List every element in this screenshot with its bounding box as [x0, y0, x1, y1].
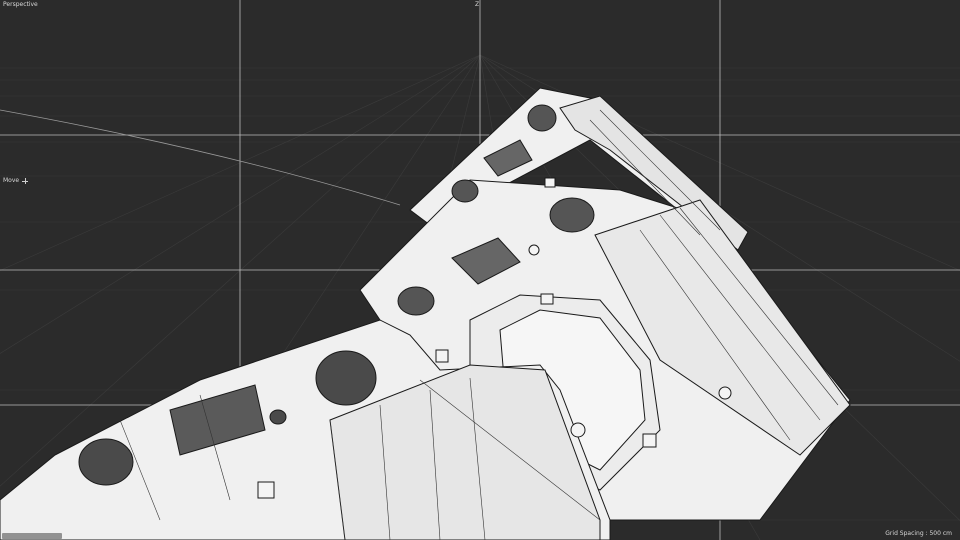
bolt-5	[544, 177, 556, 188]
view-name-label[interactable]: Perspective	[3, 1, 38, 9]
bolt-2	[435, 349, 449, 363]
bolt-7	[528, 244, 540, 256]
bolt-1	[540, 293, 554, 305]
front-hole-3	[269, 409, 287, 425]
middle-hole-1	[549, 197, 595, 233]
3d-viewport[interactable]: Perspective Z Move Grid Spacing : 500 cm	[0, 0, 960, 540]
active-tool-indicator: Move	[3, 177, 29, 185]
viewport-canvas[interactable]	[0, 0, 960, 540]
robot-arm-mesh[interactable]	[0, 87, 851, 540]
bolt-6	[718, 386, 732, 400]
front-hole-1	[315, 350, 377, 406]
tool-name-label: Move	[3, 177, 20, 184]
bolt-3	[642, 433, 657, 448]
curve-path-guide	[0, 109, 401, 206]
bolt-8	[570, 422, 586, 438]
front-hole-2	[78, 438, 134, 486]
bolt-4	[257, 481, 275, 499]
horizontal-scrollbar[interactable]	[2, 533, 62, 539]
middle-hole-3	[451, 179, 479, 203]
middle-hole-2	[527, 104, 557, 132]
axis-indicator: Z	[475, 1, 480, 8]
grid-spacing-label: Grid Spacing : 500 cm	[885, 530, 952, 537]
move-crosshair-icon	[22, 178, 29, 184]
middle-hole-4	[397, 286, 435, 316]
